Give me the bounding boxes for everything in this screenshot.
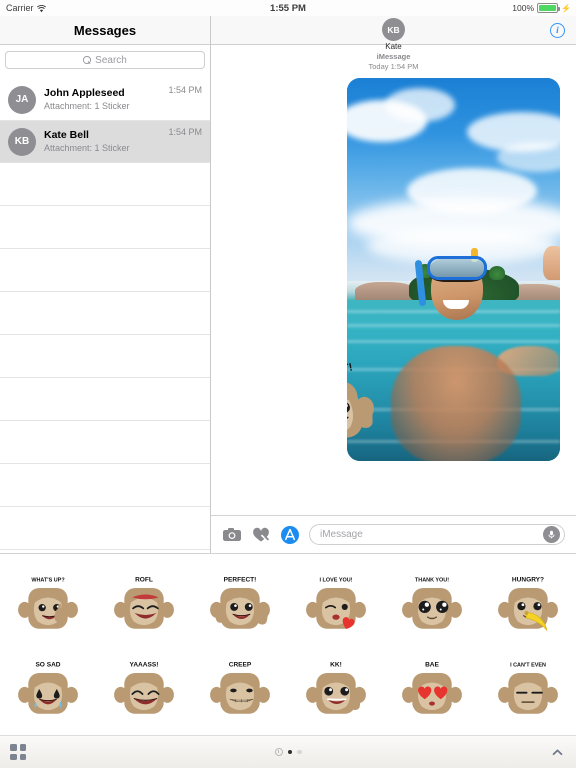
conversation-row-kate-bell[interactable]: KB Kate Bell Attachment: 1 Sticker 1:54 …	[0, 121, 210, 163]
sticker-bae[interactable]: BAE	[397, 654, 467, 724]
empty-conversation-row	[0, 464, 210, 507]
sticker-so-sad[interactable]: SO SAD	[13, 654, 83, 724]
message-row: PERFECT!	[211, 78, 576, 461]
conversation-list[interactable]: JA John Appleseed Attachment: 1 Sticker …	[0, 79, 210, 553]
avatar: JA	[8, 85, 36, 114]
chat-header: KB Kate i	[211, 16, 576, 51]
sticker-thank-you[interactable]: THANK YOU!	[397, 569, 467, 639]
imessage-input[interactable]: iMessage	[309, 524, 565, 545]
message-thread: iMessage Today 1:54 PM PERFECT!	[211, 45, 576, 515]
svg-text:SO SAD: SO SAD	[35, 661, 60, 668]
status-bar-right: 100% ⚡	[512, 3, 571, 13]
conversation-subtitle: Attachment: 1 Sticker	[44, 101, 130, 111]
svg-text:ROFL: ROFL	[135, 577, 153, 584]
conversation-subtitle: Attachment: 1 Sticker	[44, 143, 130, 153]
sticker-cell[interactable]: I CAN'T EVEN	[480, 647, 576, 732]
battery-percent-label: 100%	[512, 3, 535, 13]
sticker-cell[interactable]: HUNGRY?	[480, 562, 576, 647]
conversation-row-john-appleseed[interactable]: JA John Appleseed Attachment: 1 Sticker …	[0, 79, 210, 121]
svg-text:THANK YOU!: THANK YOU!	[415, 578, 449, 584]
sticker-rofl[interactable]: ROFL	[109, 569, 179, 639]
conversation-name: John Appleseed	[44, 87, 125, 99]
microphone-icon[interactable]	[543, 526, 560, 543]
empty-conversation-row	[0, 249, 210, 292]
svg-text:KK!: KK!	[330, 661, 342, 668]
page-dot-1[interactable]	[287, 749, 292, 755]
page-indicator[interactable]	[0, 748, 576, 756]
ipad-messages-screen: Carrier 1:55 PM 100% ⚡ Messages Search J…	[0, 0, 576, 768]
empty-conversation-rows	[0, 163, 210, 550]
lightning-bolt-icon: ⚡	[561, 3, 571, 13]
sidebar-header: Messages	[0, 16, 210, 45]
sticker-drawer: WHAT'S UP? ROFL PERFECT! I LOVE YOU! THANK Y…	[0, 553, 576, 735]
status-bar-clock: 1:55 PM	[270, 2, 306, 14]
empty-conversation-row	[0, 163, 210, 206]
message-service-label: iMessage	[376, 52, 411, 61]
info-icon[interactable]: i	[550, 23, 565, 38]
conversation-name: Kate Bell	[44, 129, 89, 141]
conversations-sidebar: Messages Search JA John Appleseed Attach…	[0, 16, 211, 553]
page-dot-2[interactable]	[297, 749, 302, 755]
sticker-cell[interactable]: WHAT'S UP?	[0, 562, 96, 647]
sticker-i-can-t-even[interactable]: I CAN'T EVEN	[493, 654, 563, 724]
empty-conversation-row	[0, 292, 210, 335]
recents-clock-icon[interactable]	[274, 748, 283, 756]
message-timestamp: iMessage Today 1:54 PM	[211, 52, 576, 72]
sticker-grid[interactable]: WHAT'S UP? ROFL PERFECT! I LOVE YOU! THANK Y…	[0, 554, 576, 735]
sticker-cell[interactable]: THANK YOU!	[384, 562, 480, 647]
empty-conversation-row	[0, 507, 210, 550]
sticker-cell[interactable]: YAAASS!	[96, 647, 192, 732]
svg-text:BAE: BAE	[425, 661, 439, 668]
search-icon	[83, 56, 91, 64]
camera-icon[interactable]	[222, 525, 242, 545]
sticker-i-love-you[interactable]: I LOVE YOU!	[301, 569, 371, 639]
empty-conversation-row	[0, 421, 210, 464]
sticker-creep[interactable]: CREEP	[205, 654, 275, 724]
sticker-cell[interactable]: PERFECT!	[192, 562, 288, 647]
empty-conversation-row	[0, 335, 210, 378]
app-drawer-bottom-bar	[0, 735, 576, 768]
sticker-cell[interactable]: I LOVE YOU!	[288, 562, 384, 647]
sticker-kk[interactable]: KK!	[301, 654, 371, 724]
chat-pane: KB Kate i iMessage Today 1:54 PM PERFECT…	[211, 16, 576, 553]
empty-conversation-row	[0, 206, 210, 249]
conversation-time: 1:54 PM	[168, 85, 202, 95]
sticker-perfect[interactable]: PERFECT!	[205, 569, 275, 639]
conversation-time: 1:54 PM	[168, 127, 202, 137]
svg-text:PERFECT!: PERFECT!	[224, 577, 257, 584]
svg-text:I LOVE YOU!: I LOVE YOU!	[320, 578, 353, 584]
status-bar: Carrier 1:55 PM 100% ⚡	[0, 0, 576, 16]
battery-full-icon	[537, 3, 560, 13]
chevron-up-icon[interactable]	[551, 746, 564, 759]
svg-text:CREEP: CREEP	[229, 661, 252, 668]
sticker-yaaass[interactable]: YAAASS!	[109, 654, 179, 724]
conversation-text: Kate Bell Attachment: 1 Sticker	[44, 129, 160, 154]
svg-text:WHAT'S UP?: WHAT'S UP?	[31, 578, 65, 584]
sticker-cell[interactable]: ROFL	[96, 562, 192, 647]
search-placeholder: Search	[95, 54, 127, 66]
avatar: KB	[382, 18, 405, 41]
sticker-hungry[interactable]: HUNGRY?	[493, 569, 563, 639]
sticker-what-s-up[interactable]: WHAT'S UP?	[13, 569, 83, 639]
search-input[interactable]: Search	[5, 51, 205, 69]
sticker-cell[interactable]: CREEP	[192, 647, 288, 732]
svg-text:I CAN'T EVEN: I CAN'T EVEN	[510, 662, 546, 668]
conversation-text: John Appleseed Attachment: 1 Sticker	[44, 87, 160, 112]
svg-text:YAAASS!: YAAASS!	[130, 661, 159, 668]
photo-message-bubble[interactable]: PERFECT!	[347, 78, 560, 461]
app-store-icon[interactable]	[280, 525, 300, 545]
search-container: Search	[0, 45, 210, 74]
digital-touch-heart-icon[interactable]	[251, 525, 271, 545]
message-input-toolbar: iMessage	[211, 515, 576, 553]
page-title: Messages	[73, 22, 137, 38]
message-datetime-label: Today 1:54 PM	[368, 62, 419, 71]
sticker-cell[interactable]: BAE	[384, 647, 480, 732]
svg-text:HUNGRY?: HUNGRY?	[512, 577, 544, 584]
avatar: KB	[8, 127, 36, 156]
sticker-cell[interactable]: SO SAD	[0, 647, 96, 732]
empty-conversation-row	[0, 378, 210, 421]
imessage-placeholder: iMessage	[320, 529, 363, 540]
svg-text:PERFECT!: PERFECT!	[347, 361, 354, 383]
sticker-cell[interactable]: KK!	[288, 647, 384, 732]
